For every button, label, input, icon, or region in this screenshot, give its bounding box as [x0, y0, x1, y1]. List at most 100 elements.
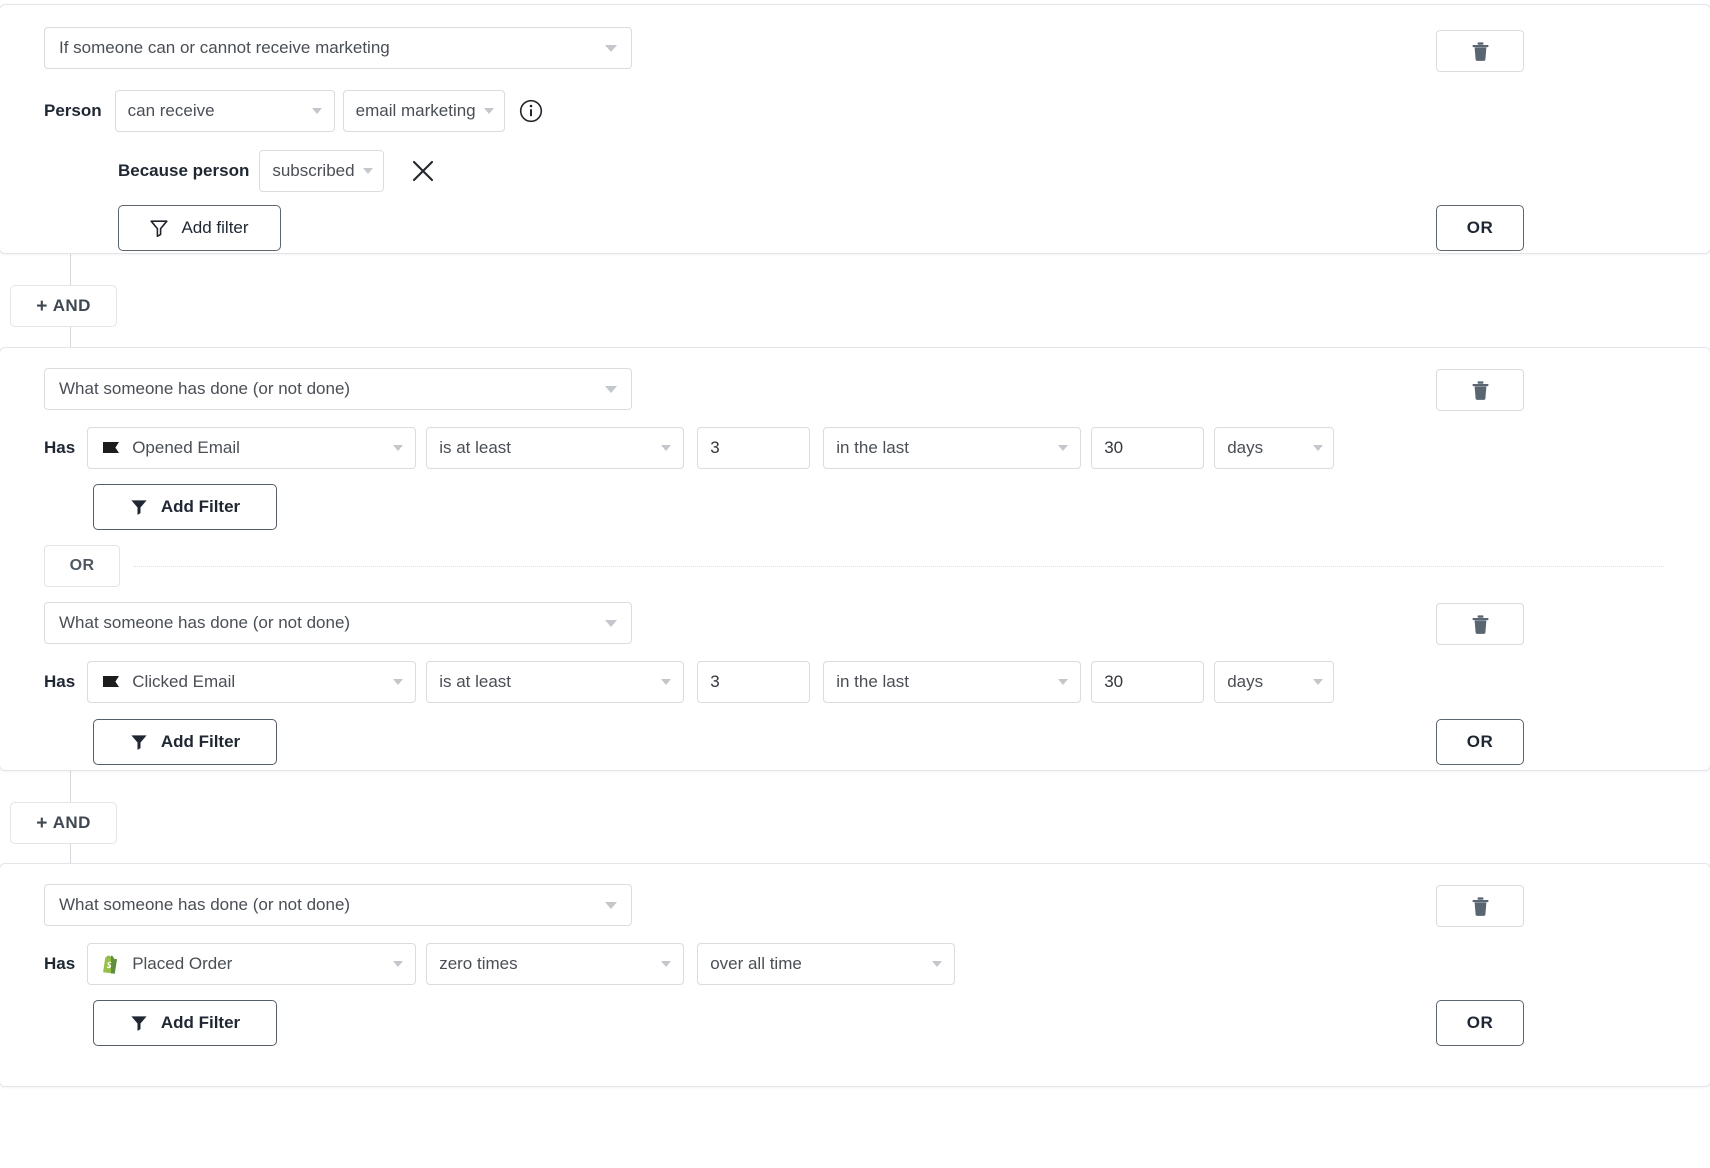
has-label-2: Has	[44, 438, 75, 458]
shopify-bag-icon	[100, 953, 122, 975]
delete-condition-button-4[interactable]	[1436, 885, 1524, 927]
trash-icon	[1472, 615, 1489, 634]
timeframe-select-3[interactable]: in the last	[823, 661, 1081, 703]
chevron-down-icon	[605, 386, 617, 393]
add-filter-button-1[interactable]: Add filter	[118, 205, 281, 251]
plus-icon: +	[36, 297, 48, 316]
operator-value-4: zero times	[439, 954, 651, 974]
unit-value-3: days	[1227, 672, 1263, 692]
metric-select-4[interactable]: Placed Order	[87, 943, 416, 985]
chevron-down-icon	[393, 445, 403, 451]
add-filter-button-2[interactable]: Add Filter	[93, 484, 277, 530]
add-and-group-button-1[interactable]: + AND	[10, 285, 117, 327]
and-label-2: AND	[53, 813, 91, 833]
chevron-down-icon	[661, 961, 671, 967]
timeframe-select-4[interactable]: over all time	[697, 943, 955, 985]
chevron-down-icon	[661, 679, 671, 685]
operator-value-3: is at least	[439, 672, 651, 692]
operator-select-2[interactable]: is at least	[426, 427, 684, 469]
flag-metric-icon	[100, 437, 122, 459]
has-label-4: Has	[44, 954, 75, 974]
timeframe-value-3: in the last	[836, 672, 1048, 692]
condition-card-placed-order: What someone has done (or not done) Has …	[0, 863, 1710, 1087]
because-reason-select[interactable]: subscribed	[259, 150, 383, 192]
chevron-down-icon	[1058, 679, 1068, 685]
funnel-icon	[150, 219, 168, 237]
because-person-row: Because person subscribed	[118, 150, 440, 192]
delete-condition-button-3[interactable]	[1436, 603, 1524, 645]
condition-type-select-1[interactable]: If someone can or cannot receive marketi…	[44, 27, 632, 69]
operator-select-4[interactable]: zero times	[426, 943, 684, 985]
chevron-down-icon	[393, 961, 403, 967]
add-filter-label-4: Add Filter	[161, 1013, 240, 1033]
or-divider-label: OR	[70, 557, 95, 575]
condition-type-select-2[interactable]: What someone has done (or not done)	[44, 368, 632, 410]
has-label-3: Has	[44, 672, 75, 692]
condition-type-select-4[interactable]: What someone has done (or not done)	[44, 884, 632, 926]
or-divider-chip[interactable]: OR	[44, 545, 120, 587]
or-label-1: OR	[1467, 218, 1494, 238]
chevron-down-icon	[393, 679, 403, 685]
add-filter-label-1: Add filter	[181, 218, 248, 238]
add-and-group-button-2[interactable]: + AND	[10, 802, 117, 844]
info-circle-icon[interactable]	[519, 99, 543, 123]
condition-type-label-4: What someone has done (or not done)	[59, 895, 595, 915]
condition-card-marketing: If someone can or cannot receive marketi…	[0, 4, 1710, 254]
or-button-1[interactable]: OR	[1436, 205, 1524, 251]
trash-icon	[1472, 381, 1489, 400]
metric-select-3[interactable]: Clicked Email	[87, 661, 416, 703]
unit-value-2: days	[1227, 438, 1263, 458]
count-input-3[interactable]: 3	[697, 661, 810, 703]
chevron-down-icon	[312, 108, 322, 114]
delete-condition-button-2[interactable]	[1436, 369, 1524, 411]
trash-icon	[1472, 42, 1489, 61]
duration-input-3[interactable]: 30	[1091, 661, 1204, 703]
timeframe-value-2: in the last	[836, 438, 1048, 458]
has-metric-row-3: Has Clicked Email is at least 3 in the l…	[44, 661, 1334, 703]
condition-type-select-3[interactable]: What someone has done (or not done)	[44, 602, 632, 644]
chevron-down-icon	[1058, 445, 1068, 451]
metric-select-2[interactable]: Opened Email	[87, 427, 416, 469]
funnel-icon	[130, 733, 148, 751]
chevron-down-icon	[932, 961, 942, 967]
and-label-1: AND	[53, 296, 91, 316]
add-filter-button-4[interactable]: Add Filter	[93, 1000, 277, 1046]
remove-because-button[interactable]	[406, 154, 440, 188]
because-person-label: Because person	[118, 161, 249, 181]
metric-value-4: Placed Order	[132, 954, 383, 974]
operator-select-3[interactable]: is at least	[426, 661, 684, 703]
timeframe-select-2[interactable]: in the last	[823, 427, 1081, 469]
chevron-down-icon	[605, 45, 617, 52]
duration-input-2[interactable]: 30	[1091, 427, 1204, 469]
add-filter-button-3[interactable]: Add Filter	[93, 719, 277, 765]
trash-icon	[1472, 897, 1489, 916]
chevron-down-icon	[484, 108, 494, 114]
plus-icon: +	[36, 814, 48, 833]
channel-select[interactable]: email marketing	[343, 90, 505, 132]
because-reason-value: subscribed	[272, 161, 354, 181]
condition-type-label-3: What someone has done (or not done)	[59, 613, 595, 633]
timeframe-value-4: over all time	[710, 954, 922, 974]
count-input-2[interactable]: 3	[697, 427, 810, 469]
can-receive-value: can receive	[128, 101, 302, 121]
chevron-down-icon	[605, 620, 617, 627]
chevron-down-icon	[1313, 679, 1323, 685]
duration-value-3: 30	[1104, 672, 1191, 692]
duration-value-2: 30	[1104, 438, 1191, 458]
unit-select-3[interactable]: days	[1214, 661, 1334, 703]
count-value-3: 3	[710, 672, 797, 692]
unit-select-2[interactable]: days	[1214, 427, 1334, 469]
chevron-down-icon	[661, 445, 671, 451]
funnel-icon	[130, 498, 148, 516]
delete-condition-button-1[interactable]	[1436, 30, 1524, 72]
metric-value-3: Clicked Email	[132, 672, 383, 692]
can-receive-select[interactable]: can receive	[115, 90, 335, 132]
or-divider: OR	[44, 545, 1664, 587]
metric-value-2: Opened Email	[132, 438, 383, 458]
operator-value-2: is at least	[439, 438, 651, 458]
or-button-4[interactable]: OR	[1436, 1000, 1524, 1046]
chevron-down-icon	[605, 902, 617, 909]
has-metric-row-4: Has Placed Order zero times over all tim…	[44, 943, 955, 985]
funnel-icon	[130, 1014, 148, 1032]
or-button-3[interactable]: OR	[1436, 719, 1524, 765]
